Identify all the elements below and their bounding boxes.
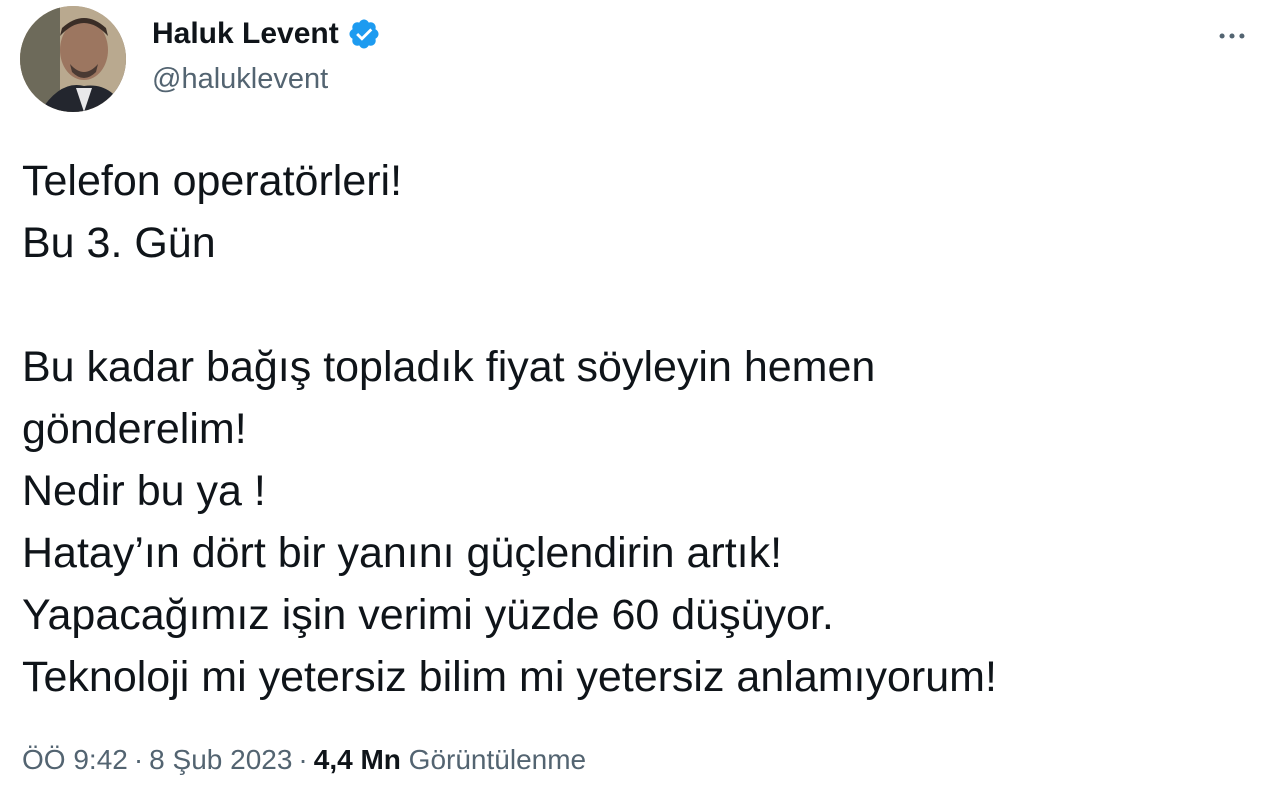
tweet-line: Bu kadar bağış topladık fiyat söyleyin h… [22,343,876,391]
tweet-date[interactable]: 8 Şub 2023 [149,744,292,775]
tweet-line: Telefon operatörleri! [22,157,403,205]
tweet-line: Yapacağımız işin verimi yüzde 60 düşüyor… [22,591,834,639]
author-name[interactable]: Haluk Levent [152,14,381,54]
tweet-line: Hatay’ın dört bir yanını güçlendirin art… [22,529,783,577]
tweet-line: gönderelim! [22,405,247,453]
author-name-text: Haluk Levent [152,17,339,50]
avatar-photo [20,6,126,112]
meta-separator: · [298,744,308,775]
more-options-button[interactable] [1210,14,1254,58]
verified-badge-icon[interactable] [347,17,381,51]
tweet-time[interactable]: ÖÖ 9:42 [22,744,128,775]
tweet-meta: ÖÖ 9:42 · 8 Şub 2023 · 4,4 Mn Görüntülenme [22,740,586,780]
tweet-line: Teknoloji mi yetersiz bilim mi yetersiz … [22,653,997,701]
views-count[interactable]: 4,4 Mn [314,744,401,775]
views-label: Görüntülenme [408,744,587,775]
tweet-line: Bu 3. Gün [22,219,216,267]
meta-separator: · [133,744,144,775]
author-handle[interactable]: @haluklevent [152,60,328,98]
tweet-line: Nedir bu ya ! [22,467,266,515]
avatar[interactable] [20,6,126,112]
more-horizontal-icon [1219,33,1245,39]
tweet-text: Telefon operatörleri! Bu 3. Gün Bu kadar… [22,150,1262,708]
tweet-card: Haluk Levent @haluklevent Telefon operat… [0,0,1280,790]
